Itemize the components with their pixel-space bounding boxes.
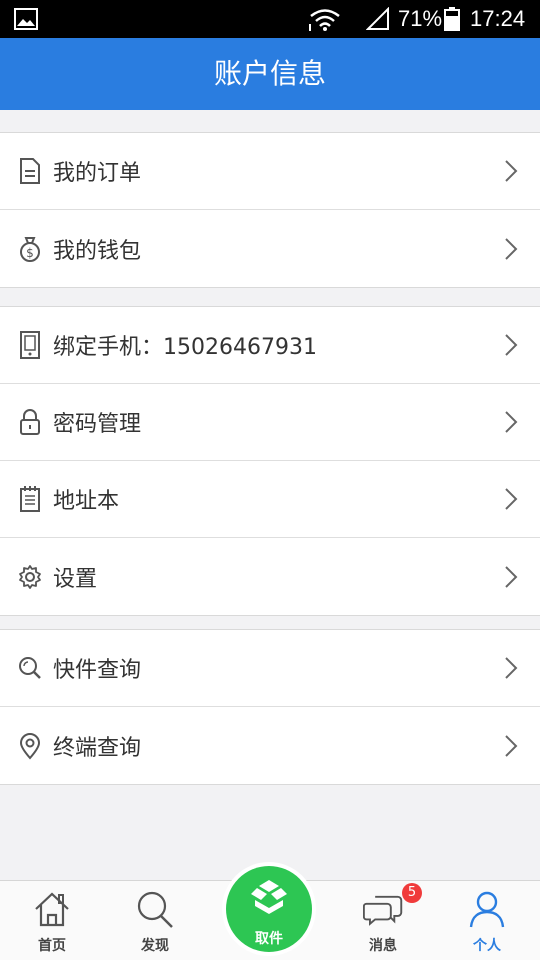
wifi-icon — [309, 9, 340, 31]
chevron-right-icon — [505, 411, 518, 433]
menu-item-password[interactable]: 密码管理 — [0, 384, 540, 461]
pickup-label: 取件 — [255, 931, 283, 947]
open-box-icon — [251, 880, 287, 914]
messages-badge: 5 — [402, 883, 422, 903]
gear-icon — [19, 564, 41, 589]
tab-home[interactable]: 首页 — [2, 881, 102, 960]
phone-icon — [20, 331, 40, 359]
clock: 17:24 — [470, 6, 526, 31]
menu-item-my-orders[interactable]: 我的订单 — [0, 133, 540, 210]
menu-group-account: 绑定手机：15026467931 密码管理 地址本 设置 — [0, 306, 540, 616]
tab-label: 消息 — [369, 938, 397, 954]
menu-item-label: 设置 — [53, 566, 98, 592]
battery-icon — [444, 7, 460, 31]
tab-label: 发现 — [141, 938, 169, 954]
search-icon — [19, 657, 41, 679]
location-pin-icon — [19, 732, 41, 760]
menu-item-parcel-query[interactable]: 快件查询 — [0, 630, 540, 707]
chevron-right-icon — [505, 657, 518, 679]
signal-icon — [366, 7, 389, 30]
person-icon — [469, 891, 505, 928]
tab-profile[interactable]: 个人 — [437, 881, 537, 960]
status-bar: 71% 17:24 — [0, 0, 540, 38]
menu-item-label: 终端查询 — [53, 735, 142, 761]
money-bag-icon: $ — [20, 236, 40, 262]
pickup-button[interactable]: 取件 — [222, 862, 316, 956]
chat-bubbles-icon — [363, 895, 403, 926]
search-icon — [137, 891, 173, 928]
menu-item-settings[interactable]: 设置 — [0, 538, 540, 615]
menu-item-address-book[interactable]: 地址本 — [0, 461, 540, 538]
menu-item-label: 我的订单 — [53, 161, 142, 186]
menu-item-label: 绑定手机：15026467931 — [53, 335, 317, 360]
menu-item-label: 快件查询 — [53, 658, 142, 683]
chevron-right-icon — [505, 237, 518, 260]
home-icon — [35, 892, 69, 927]
notebook-icon — [20, 486, 40, 512]
chevron-right-icon — [505, 334, 518, 356]
menu-item-label: 地址本 — [53, 489, 120, 514]
chevron-right-icon — [505, 734, 518, 757]
tab-label: 首页 — [38, 938, 66, 954]
lock-icon — [20, 409, 40, 435]
tab-label: 个人 — [473, 938, 501, 954]
page-title: 账户信息 — [0, 38, 540, 110]
document-icon — [20, 158, 40, 184]
chevron-right-icon — [505, 565, 518, 588]
menu-item-my-wallet[interactable]: $ 我的钱包 — [0, 210, 540, 287]
battery-level: 71% — [398, 6, 443, 31]
menu-item-terminal-query[interactable]: 终端查询 — [0, 707, 540, 784]
tab-discover[interactable]: 发现 — [105, 881, 205, 960]
svg-text:$: $ — [26, 246, 34, 260]
menu-group-orders: 我的订单 $ 我的钱包 — [0, 132, 540, 288]
menu-group-query: 快件查询 终端查询 — [0, 629, 540, 785]
gallery-icon — [14, 8, 38, 30]
chevron-right-icon — [505, 160, 518, 182]
menu-item-label: 我的钱包 — [53, 238, 142, 264]
menu-item-label: 密码管理 — [53, 412, 142, 437]
menu-item-bind-phone[interactable]: 绑定手机：15026467931 — [0, 307, 540, 384]
chevron-right-icon — [505, 488, 518, 510]
pickup-button-circle: 取件 — [226, 866, 312, 952]
